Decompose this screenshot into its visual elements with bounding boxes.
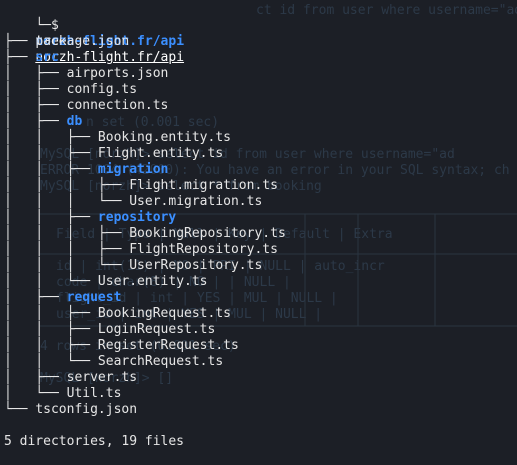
tree-file-name: Booking.entity.ts (97, 130, 231, 145)
tree-entry: │ │ │ ├── Flight.migration.ts (4, 178, 278, 194)
tree-branch-prefix: ├── (4, 50, 36, 65)
tree-branch-prefix: │ └── (4, 386, 67, 401)
tree-branch-prefix: ├── (4, 34, 36, 49)
tree-directory-name: repository (97, 210, 177, 225)
tree-entry: │ │ ├── migration (4, 162, 168, 178)
tree-file-name: connection.ts (66, 98, 169, 113)
tree-entry: │ │ │ ├── FlightRepository.ts (4, 242, 278, 258)
tree-file-name: RegisterRequest.ts (97, 338, 239, 353)
tree-branch-prefix: │ ├── (4, 290, 67, 305)
tree-entry: │ │ ├── BookingRequest.ts (4, 306, 231, 322)
tree-file-name: BookingRequest.ts (97, 306, 231, 321)
summary-line: 5 directories, 19 files (4, 434, 185, 449)
tree-entry: │ ├── connection.ts (4, 98, 168, 114)
tree-entry: │ ├── db (4, 114, 82, 130)
tree-entry: │ ├── request (4, 290, 121, 306)
tree-branch-prefix: │ │ ├── (4, 162, 98, 177)
tree-entry: │ │ │ ├── BookingRepository.ts (4, 226, 286, 242)
tree-file-name: server.ts (66, 370, 138, 385)
tree-file-name: Flight.entity.ts (97, 146, 224, 161)
tree-entry: │ │ ├── RegisterRequest.ts (4, 338, 239, 354)
tree-branch-prefix: │ │ │ ├── (4, 242, 130, 257)
bg-text-line: ct id from user where username="ad (256, 3, 517, 18)
tree-file-name: User.entity.ts (97, 274, 208, 289)
tree-file-name: UserRepository.ts (129, 258, 263, 273)
tree-entry: ├── package.json (4, 34, 129, 50)
tree-root: norzh-flight.fr/api (4, 18, 184, 49)
tree-file-name: config.ts (66, 82, 138, 97)
tree-branch-prefix: │ ├── (4, 98, 67, 113)
tree-branch-prefix: │ │ ├── (4, 322, 98, 337)
tree-branch-prefix: │ │ ├── (4, 130, 98, 145)
tree-entry: │ │ ├── Booking.entity.ts (4, 130, 231, 146)
tree-branch-prefix: │ ├── (4, 66, 67, 81)
tree-branch-prefix: │ │ ├── (4, 210, 98, 225)
tree-branch-prefix: │ ├── (4, 370, 67, 385)
tree-file-name: BookingRepository.ts (129, 226, 286, 241)
tree-file-name: package.json (35, 34, 130, 49)
tree-entry: │ ├── airports.json (4, 66, 168, 82)
tree-file-name: FlightRepository.ts (129, 242, 278, 257)
tree-entry: ├── src (4, 50, 59, 66)
tree-branch-prefix: │ │ ├── (4, 338, 98, 353)
tree-branch-prefix: │ │ │ ├── (4, 178, 130, 193)
tree-file-name: LoginRequest.ts (97, 322, 216, 337)
tree-entry: │ ├── config.ts (4, 82, 137, 98)
tree-file-name: Flight.migration.ts (129, 178, 278, 193)
tree-file-name: tsconfig.json (35, 402, 138, 417)
tree-file-name: airports.json (66, 66, 169, 81)
tree-entry: │ │ │ └── User.migration.ts (4, 194, 262, 210)
tree-entry: │ │ │ └── UserRepository.ts (4, 258, 262, 274)
tree-directory-name: db (66, 114, 83, 129)
tree-file-name: Util.ts (66, 386, 122, 401)
tree-branch-prefix: │ │ │ └── (4, 258, 130, 273)
tree-entry: │ │ └── SearchRequest.ts (4, 354, 223, 370)
tree-entry: └── tsconfig.json (4, 402, 137, 418)
terminal-window[interactable]: ct id from user where username="ad n set… (0, 0, 517, 465)
tree-branch-prefix: │ ├── (4, 82, 67, 97)
tree-file-name: User.migration.ts (129, 194, 263, 209)
tree-branch-prefix: │ │ └── (4, 354, 98, 369)
tree-branch-prefix: │ │ │ └── (4, 194, 130, 209)
tree-directory-name: src (35, 50, 59, 65)
command-line: └─$ tree norzh-flight.fr/api (4, 2, 184, 65)
tree-entry: │ └── Util.ts (4, 386, 121, 402)
tree-entry: │ │ └── User.entity.ts (4, 274, 208, 290)
tree-file-name: SearchRequest.ts (97, 354, 224, 369)
tree-branch-prefix: │ ├── (4, 114, 67, 129)
tree-branch-prefix: │ │ └── (4, 274, 98, 289)
tree-branch-prefix: │ │ ├── (4, 306, 98, 321)
tree-directory-name: request (66, 290, 122, 305)
tree-entry: │ │ ├── repository (4, 210, 176, 226)
tree-branch-prefix: └── (4, 402, 36, 417)
tree-entry: │ │ ├── Flight.entity.ts (4, 146, 223, 162)
bg-text-line: n set (0.001 sec) (86, 115, 219, 130)
tree-directory-name: migration (97, 162, 169, 177)
tree-branch-prefix: │ │ ├── (4, 146, 98, 161)
tree-entry: │ ├── server.ts (4, 370, 137, 386)
tree-branch-prefix: │ │ │ ├── (4, 226, 130, 241)
tree-entry: │ │ ├── LoginRequest.ts (4, 322, 215, 338)
